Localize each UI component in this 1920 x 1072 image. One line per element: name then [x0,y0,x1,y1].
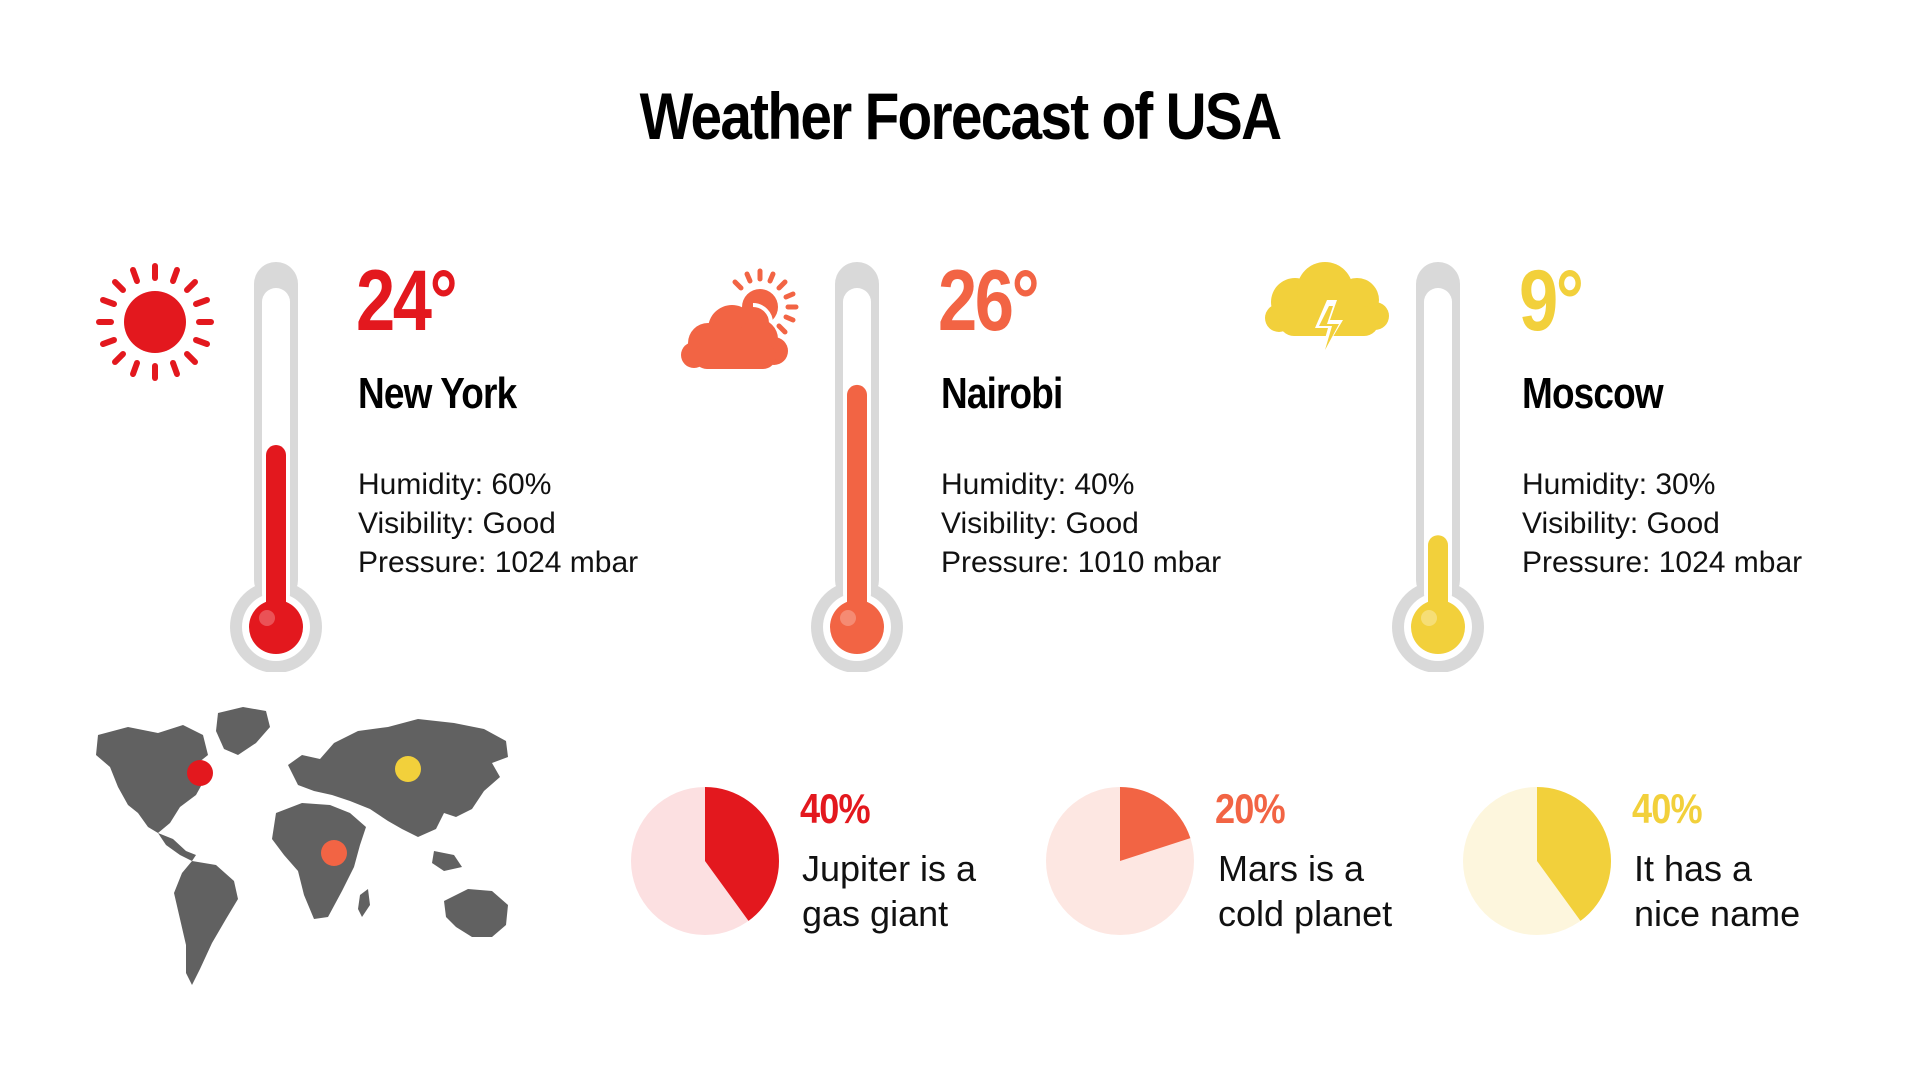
pressure-text: Pressure: 1024 mbar [358,546,639,579]
world-map-icon [96,707,508,985]
pie-chart-name [1463,787,1612,935]
percent-name: 40% [1632,785,1703,832]
visibility-text: Visibility: Good [358,507,556,540]
caption-line: nice name [1634,893,1801,934]
temperature-nairobi: 26° [938,253,1040,349]
page-title: Weather Forecast of USA [639,79,1282,153]
caption-jupiter: Jupiter is a gas giant [802,846,976,936]
caption-name: It has a nice name [1634,846,1800,936]
pressure-text: Pressure: 1010 mbar [941,546,1222,579]
city-name-moscow: Moscow [1522,369,1664,418]
temperature-new-york: 24° [356,253,458,349]
thermometer-new-york [230,262,322,672]
temperature-moscow: 9° [1519,253,1584,349]
percent-mars: 20% [1215,785,1286,832]
thermometer-nairobi [811,262,903,672]
humidity-text: Humidity: 30% [1522,468,1716,501]
pie-chart-jupiter [631,787,780,935]
thermometer-moscow [1392,262,1484,672]
details-nairobi: Humidity: 40% Visibility: Good Pressure:… [941,465,1221,582]
visibility-text: Visibility: Good [1522,507,1720,540]
city-name-new-york: New York [358,369,517,418]
sun-icon [96,263,214,381]
percent-jupiter: 40% [800,785,871,832]
humidity-text: Humidity: 60% [358,468,552,501]
sun-behind-cloud-icon [681,268,799,369]
city-name-nairobi: Nairobi [941,369,1063,418]
pie-chart-mars [1046,787,1194,935]
thunderstorm-cloud-icon [1265,262,1389,360]
caption-line: gas giant [802,893,949,934]
caption-line: Jupiter is a [802,848,977,889]
caption-mars: Mars is a cold planet [1218,846,1392,936]
caption-line: Mars is a [1218,848,1365,889]
details-moscow: Humidity: 30% Visibility: Good Pressure:… [1522,465,1802,582]
caption-line: cold planet [1218,893,1393,934]
visibility-text: Visibility: Good [941,507,1139,540]
pressure-text: Pressure: 1024 mbar [1522,546,1803,579]
details-new-york: Humidity: 60% Visibility: Good Pressure:… [358,465,638,582]
humidity-text: Humidity: 40% [941,468,1135,501]
caption-line: It has a [1634,848,1753,889]
